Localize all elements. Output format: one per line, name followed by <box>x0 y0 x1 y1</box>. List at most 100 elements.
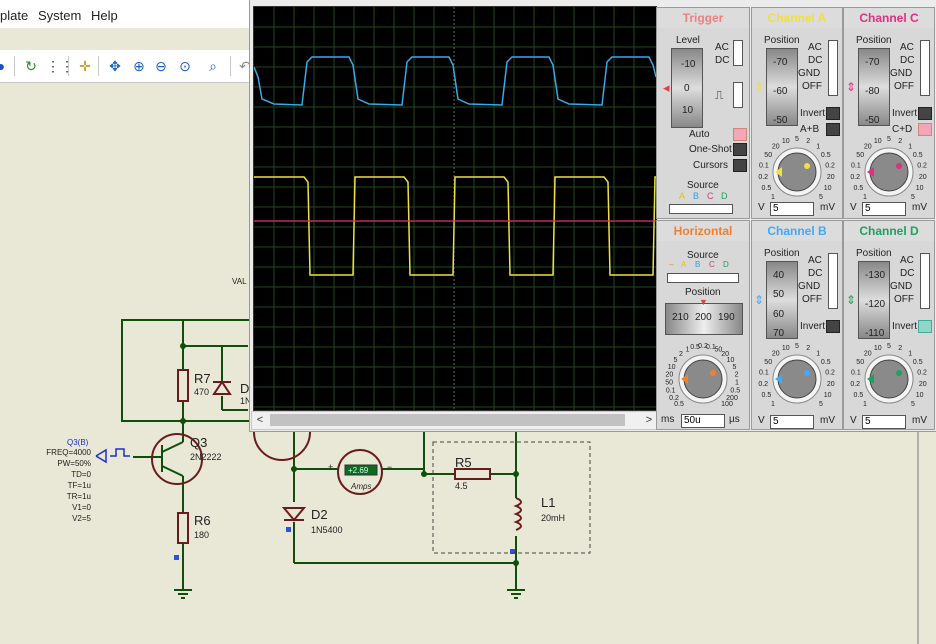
refresh-icon[interactable]: ↻ <box>22 57 40 75</box>
channel-b-value-field[interactable]: 5 <box>770 415 814 429</box>
rotary-scale-label: 50 <box>764 359 772 366</box>
channel-b-coupling-switch[interactable] <box>828 253 838 309</box>
d2-ref: D2 <box>311 507 328 522</box>
record-icon[interactable]: ● <box>0 57 10 75</box>
rotary-scale-label: 1 <box>863 401 867 408</box>
stim-params: FREQ=4000 PW=50% TD=0 TF=1u TR=1u V1=0 V… <box>46 448 91 523</box>
scope-screen <box>253 6 657 411</box>
channel-a-value-field[interactable]: 5 <box>770 202 814 216</box>
rotary-scale-label: 2 <box>898 138 902 145</box>
horizontal-title: Horizontal <box>657 221 749 241</box>
channel-c-title: Channel C <box>844 8 934 28</box>
val-label: VAL <box>232 277 247 286</box>
svg-text:PW=50%: PW=50% <box>57 459 91 468</box>
channel-d-coupling-switch[interactable] <box>920 253 930 309</box>
channel-c-position-slider[interactable]: -70 -80 -50 <box>858 48 890 126</box>
channel-d-position-slider[interactable]: -130 -120 -110 <box>858 261 890 339</box>
channel-a-position-slider[interactable]: -70 -60 -50 <box>766 48 798 126</box>
channel-a-coupling-switch[interactable] <box>828 40 838 96</box>
channel-a-volts-rotary[interactable]: 10.50.20.1502010 5 210.50.220105 <box>753 130 841 204</box>
rotary-scale-label: 0.1 <box>851 369 861 376</box>
rotary-scale-label: 0.1 <box>759 369 769 376</box>
horizontal-position-marker-icon: ▼ <box>699 297 708 307</box>
trigger-edge-switch[interactable] <box>733 82 743 108</box>
rotary-scale-label: 5 <box>887 343 891 350</box>
rotary-scale-label: 20 <box>919 174 927 181</box>
rotary-scale-label: 10 <box>668 364 676 371</box>
rotary-scale-label: 10 <box>874 138 882 145</box>
ammeter-reading: +2.69 <box>348 466 369 475</box>
svg-text:V2=5: V2=5 <box>72 514 91 523</box>
channel-d-volts-rotary[interactable]: 10.50.20.1502010 5 210.50.220105 <box>845 337 933 411</box>
r5-ref: R5 <box>455 455 472 470</box>
channel-a-panel: Channel A Position -70 -60 -50 ⇕ AC DC GND… <box>751 7 843 219</box>
rotary-scale-label: 1 <box>735 380 739 387</box>
rotary-scale-label: 20 <box>827 381 835 388</box>
pan-icon[interactable]: ✥ <box>106 57 124 75</box>
zoom-in-icon[interactable]: ⊕ <box>130 57 148 75</box>
rotary-scale-label: 5 <box>674 357 678 364</box>
channel-c-invert-button[interactable] <box>918 107 932 120</box>
svg-text:V1=0: V1=0 <box>72 503 91 512</box>
trigger-panel: Trigger Level -10 0 10 ◂ AC DC ⎍ Auto On… <box>656 7 750 219</box>
rotary-scale-label: 1 <box>863 194 867 201</box>
timebase-rotary[interactable]: 0.50.20.1502010521 0.50.20.15020105210.52… <box>659 337 747 411</box>
rotary-scale-label: 1 <box>771 401 775 408</box>
zoom-area-icon[interactable]: ⌕ <box>204 57 222 75</box>
channel-a-invert-button[interactable] <box>826 107 840 120</box>
channel-b-invert-button[interactable] <box>826 320 840 333</box>
channel-d-value-field[interactable]: 5 <box>862 415 906 429</box>
svg-text:TR=1u: TR=1u <box>67 492 91 501</box>
channel-a-position-marker-icon: ⇕ <box>754 80 765 94</box>
channel-b-volts-rotary[interactable]: 10.50.20.1502010 5 210.50.220105 <box>753 337 841 411</box>
rotary-scale-label: 0.5 <box>762 185 772 192</box>
scroll-thumb[interactable] <box>270 414 625 426</box>
zoom-all-icon[interactable]: ⊙ <box>176 57 194 75</box>
rotary-scale-label: 10 <box>916 185 924 192</box>
channel-b-position-slider[interactable]: 40 50 60 70 <box>766 261 798 339</box>
channel-a-title: Channel A <box>752 8 842 28</box>
channel-c-coupling-switch[interactable] <box>920 40 930 96</box>
q3-value: 2N2222 <box>190 452 222 462</box>
horizontal-source-slider[interactable] <box>667 273 739 283</box>
origin-icon[interactable]: ✛ <box>76 57 94 75</box>
r6-value: 180 <box>194 530 209 540</box>
channel-c-value-field[interactable]: 5 <box>862 202 906 216</box>
rotary-scale-label: 1 <box>908 143 912 150</box>
r7-ref: R7 <box>194 371 211 386</box>
scope-horizontal-scrollbar[interactable]: < > <box>251 411 658 430</box>
horizontal-position-dial[interactable]: 210 200 190 <box>665 303 743 335</box>
scroll-right-icon[interactable]: > <box>641 412 657 429</box>
rotary-scale-label: 20 <box>772 350 780 357</box>
channel-b-position-marker-icon: ⇕ <box>754 293 765 307</box>
scope-traces <box>254 7 656 410</box>
channel-c-volts-rotary[interactable]: 10.50.20.1502010 5 210.50.220105 <box>845 130 933 204</box>
trigger-cursors-button[interactable] <box>733 159 747 172</box>
channel-c-position-marker-icon: ⇕ <box>846 80 857 94</box>
scroll-left-icon[interactable]: < <box>252 412 268 429</box>
rotary-scale-label: 20 <box>919 381 927 388</box>
rotary-scale-label: 10 <box>782 345 790 352</box>
grid-icon[interactable]: ⋮⋮ <box>46 57 74 75</box>
rotary-scale-label: 20 <box>864 350 872 357</box>
rotary-scale-label: 2 <box>735 372 739 379</box>
rotary-scale-label: 10 <box>727 357 735 364</box>
rotary-scale-label: 0.5 <box>821 359 831 366</box>
rotary-scale-label: 2 <box>806 138 810 145</box>
horizontal-panel: Horizontal Source – A B C D Position 210… <box>656 220 750 430</box>
trigger-oneshot-button[interactable] <box>733 143 747 156</box>
stim-name: Q3(B) <box>67 438 89 447</box>
channel-b-title: Channel B <box>752 221 842 241</box>
timebase-value-field[interactable]: 50u <box>681 414 725 428</box>
trigger-level-slider[interactable]: -10 0 10 <box>671 48 703 128</box>
trigger-auto-button[interactable] <box>733 128 747 141</box>
rotary-scale-label: 2 <box>679 351 683 358</box>
zoom-out-icon[interactable]: ⊖ <box>152 57 170 75</box>
channel-d-invert-button[interactable] <box>918 320 932 333</box>
rotary-scale-label: 5 <box>732 364 736 371</box>
trigger-coupling-switch[interactable] <box>733 40 743 66</box>
rotary-scale-label: 5 <box>911 401 915 408</box>
rotary-scale-label: 0.2 <box>917 162 927 169</box>
rotary-scale-label: 5 <box>819 401 823 408</box>
trigger-source-slider[interactable] <box>669 204 733 214</box>
